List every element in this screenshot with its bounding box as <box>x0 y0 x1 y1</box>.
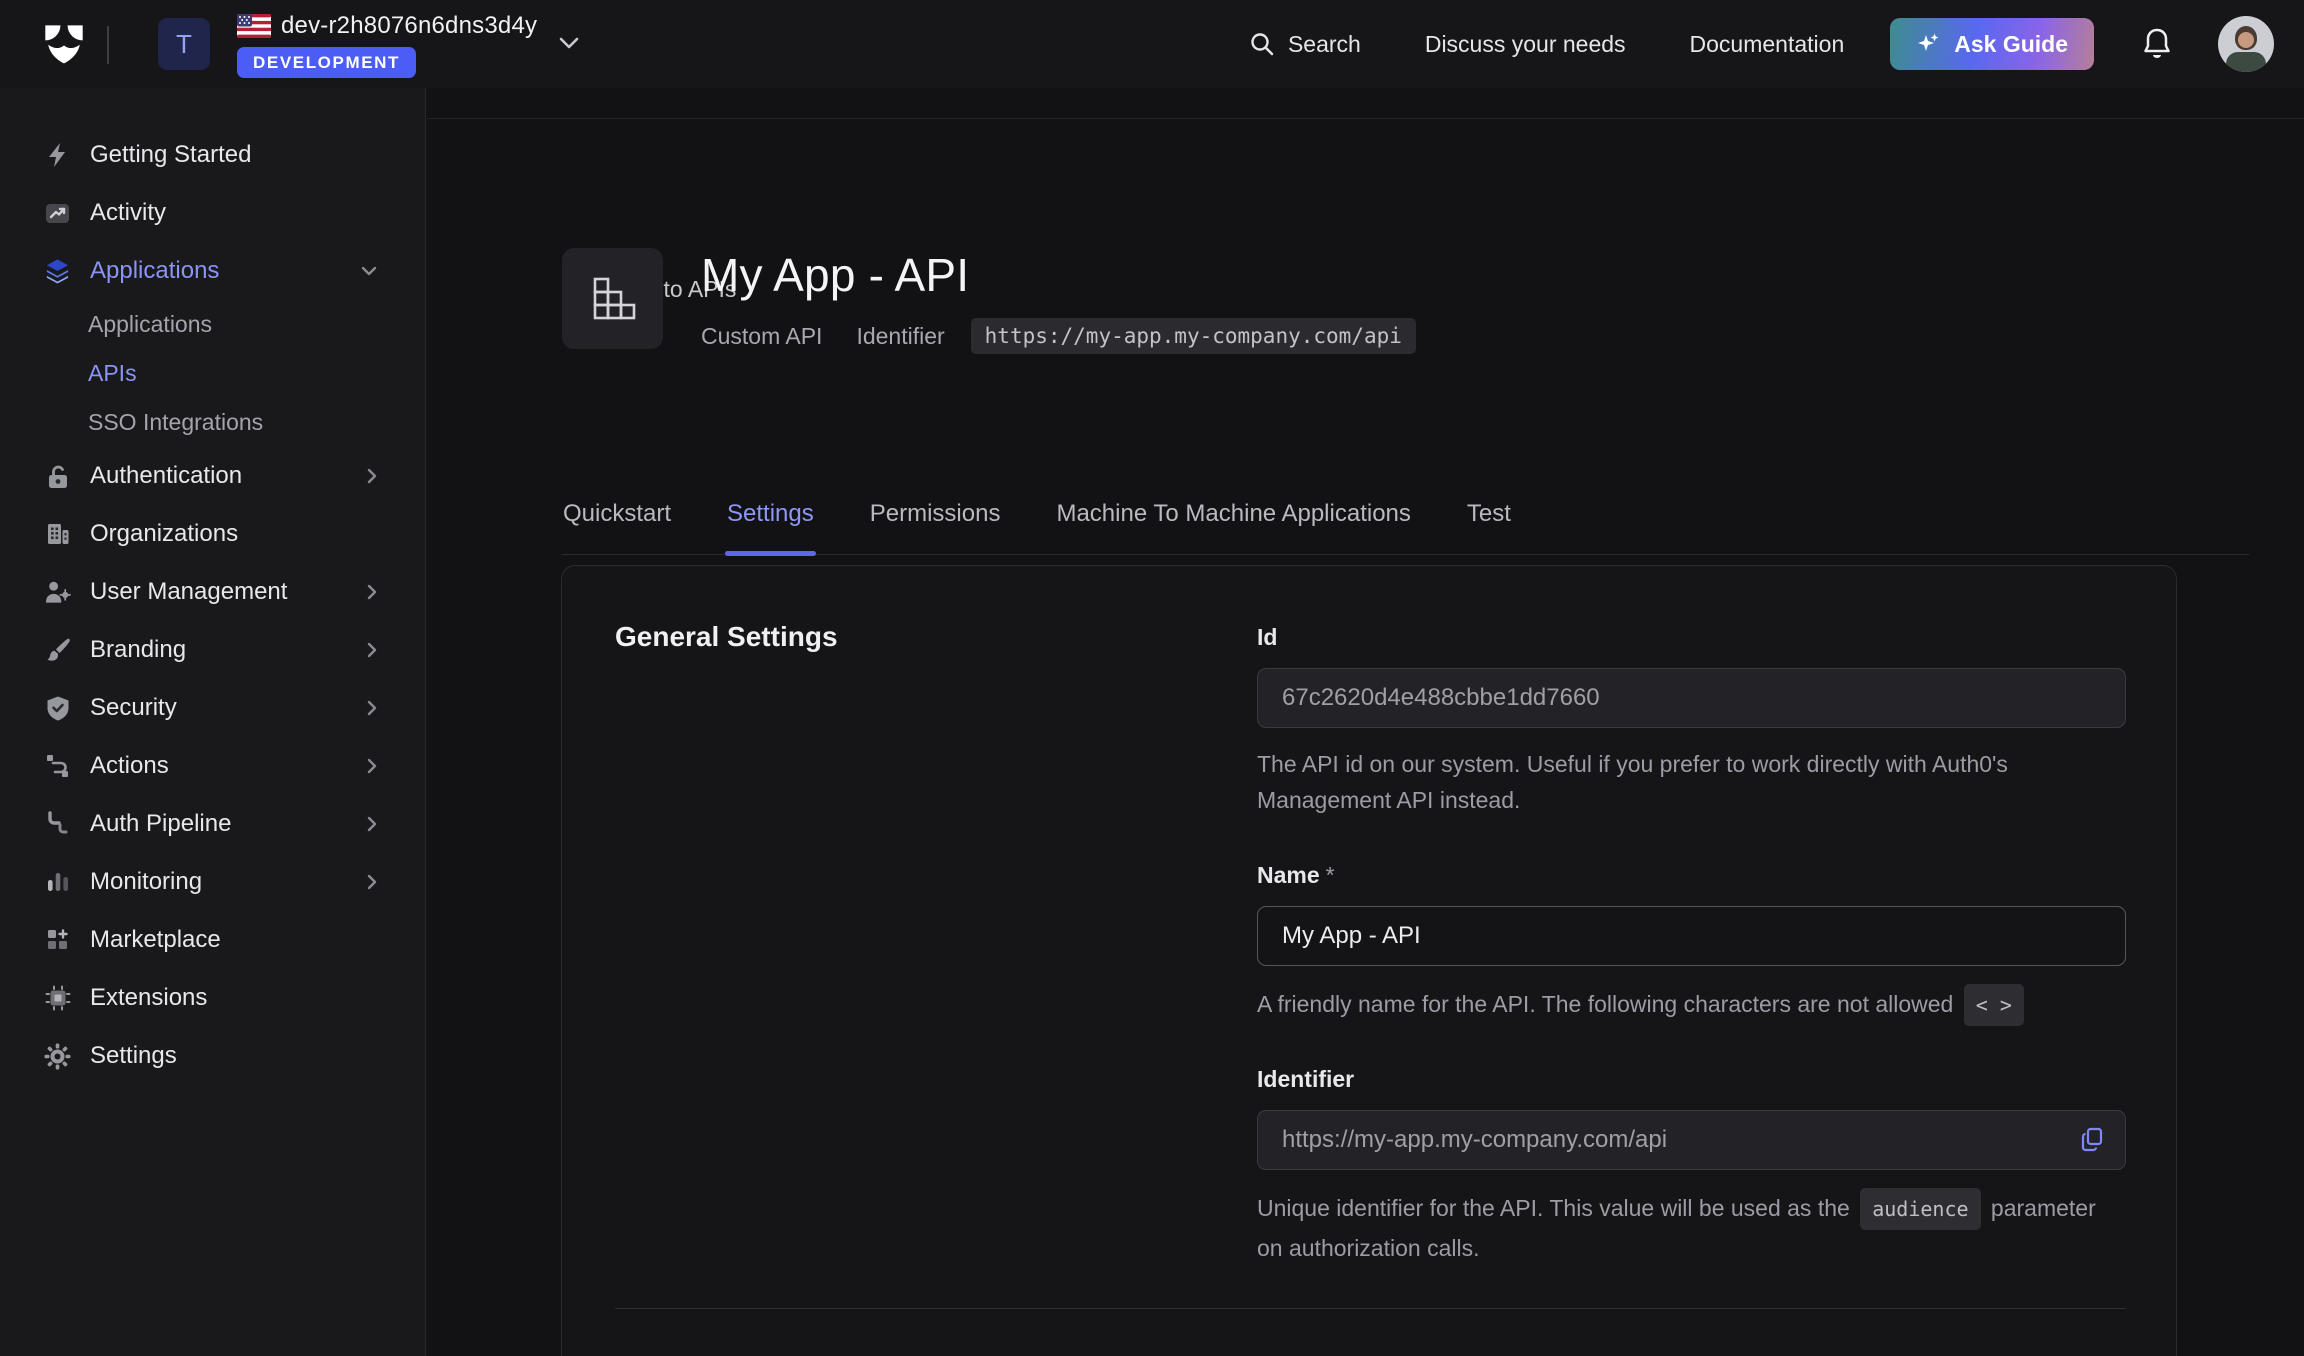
bar-chart-icon <box>44 869 71 896</box>
search-icon <box>1248 30 1276 58</box>
search-label: Search <box>1288 31 1361 58</box>
identifier-field-group: Identifier Unique identifier for the API… <box>1257 1066 2126 1266</box>
gear-icon <box>44 1043 71 1070</box>
bell-icon[interactable] <box>2140 26 2174 62</box>
paintbrush-icon <box>44 637 71 664</box>
identifier-chip: https://my-app.my-company.com/api <box>971 318 1416 354</box>
tenant-name: dev-r2h8076n6dns3d4y <box>281 12 537 40</box>
general-settings-form: Id The API id on our system. Useful if y… <box>1257 624 2126 1266</box>
environment-badge: DEVELOPMENT <box>237 47 416 78</box>
page-title: My App - API <box>701 248 1416 302</box>
sidebar-item-marketplace[interactable]: Marketplace <box>0 911 425 969</box>
sidebar-item-activity[interactable]: Activity <box>0 184 425 242</box>
search-button[interactable]: Search <box>1248 30 1361 58</box>
copy-icon[interactable] <box>2078 1125 2106 1153</box>
sidebar-navigation: Getting Started Activity Applications <box>0 88 426 1356</box>
avatar-shoulders <box>2226 52 2266 72</box>
name-field-input[interactable] <box>1257 906 2126 966</box>
id-field-group: Id The API id on our system. Useful if y… <box>1257 624 2126 818</box>
tab-machine-to-machine-applications[interactable]: Machine To Machine Applications <box>1054 488 1412 554</box>
auth0-logo-icon[interactable] <box>40 20 88 68</box>
auth0-dashboard-screen: T dev-r2h8076n6dns3d4y DEVE <box>0 0 2304 1356</box>
sidebar-subitem-applications[interactable]: Applications <box>0 300 425 349</box>
sidebar-item-organizations[interactable]: Organizations <box>0 505 425 563</box>
chevron-right-icon <box>365 582 379 602</box>
lock-open-icon <box>44 463 71 490</box>
section-title: General Settings <box>615 621 838 653</box>
bolt-icon <box>44 142 71 169</box>
sidebar-item-security[interactable]: Security <box>0 679 425 737</box>
name-field-group: Name* A friendly name for the API. The f… <box>1257 862 2126 1026</box>
sidebar-item-authentication[interactable]: Authentication <box>0 447 425 505</box>
tab-settings[interactable]: Settings <box>725 488 816 554</box>
ask-guide-label: Ask Guide <box>1954 31 2068 58</box>
name-field-label: Name* <box>1257 862 2126 889</box>
chevron-right-icon <box>365 872 379 892</box>
section-divider <box>615 1308 2126 1309</box>
api-building-icon <box>562 248 663 349</box>
sparkle-icon <box>1916 31 1942 57</box>
api-tabs: Quickstart Settings Permissions Machine … <box>561 488 2249 555</box>
tab-quickstart[interactable]: Quickstart <box>561 488 673 554</box>
sidebar-subitem-apis[interactable]: APIs <box>0 349 425 398</box>
documentation-link[interactable]: Documentation <box>1690 31 1845 58</box>
not-allowed-chars-chip: < > <box>1964 984 2024 1026</box>
audience-chip: audience <box>1860 1188 1980 1230</box>
id-field-input[interactable] <box>1257 668 2126 728</box>
chevron-right-icon <box>365 466 379 486</box>
chevron-right-icon <box>365 756 379 776</box>
flow-icon <box>44 753 71 780</box>
sidebar-subitem-sso-integrations[interactable]: SSO Integrations <box>0 398 425 447</box>
layers-icon <box>44 258 71 285</box>
sidebar-item-getting-started[interactable]: Getting Started <box>0 126 425 184</box>
id-field-label: Id <box>1257 624 2126 651</box>
sidebar-item-extensions[interactable]: Extensions <box>0 969 425 1027</box>
sidebar-item-user-management[interactable]: User Management <box>0 563 425 621</box>
sidebar-item-settings[interactable]: Settings <box>0 1027 425 1085</box>
avatar-face <box>2238 32 2254 48</box>
top-navigation-bar: T dev-r2h8076n6dns3d4y DEVE <box>0 0 2304 88</box>
user-gear-icon <box>44 579 71 606</box>
chevron-down-icon[interactable] <box>556 34 582 57</box>
api-header: My App - API Custom API Identifier https… <box>562 248 1416 354</box>
tenant-initial-badge[interactable]: T <box>158 18 210 70</box>
tenant-initial: T <box>176 29 192 60</box>
api-type-label: Custom API <box>701 323 822 350</box>
discuss-your-needs-link[interactable]: Discuss your needs <box>1425 31 1626 58</box>
general-settings-card: General Settings Id The API id on our sy… <box>561 565 2177 1356</box>
required-marker: * <box>1326 862 1335 888</box>
activity-icon <box>44 200 71 227</box>
name-field-helper: A friendly name for the API. The followi… <box>1257 984 2126 1026</box>
ask-guide-button[interactable]: Ask Guide <box>1890 18 2094 70</box>
pipeline-icon <box>44 811 71 838</box>
sidebar-item-actions[interactable]: Actions <box>0 737 425 795</box>
marketplace-icon <box>44 927 71 954</box>
tab-test[interactable]: Test <box>1465 488 1513 554</box>
chevron-right-icon <box>365 814 379 834</box>
us-flag-icon <box>237 14 271 38</box>
identifier-field-helper: Unique identifier for the API. This valu… <box>1257 1188 2126 1266</box>
identifier-field-input[interactable] <box>1257 1110 2126 1170</box>
id-field-helper: The API id on our system. Useful if you … <box>1257 746 2126 818</box>
identifier-field-label: Identifier <box>1257 1066 2126 1093</box>
building-icon <box>44 521 71 548</box>
main-content: ← Back to APIs My App - API Custom API I… <box>427 88 2304 1356</box>
main-header-band <box>427 88 2304 119</box>
sidebar-item-branding[interactable]: Branding <box>0 621 425 679</box>
identifier-label: Identifier <box>856 323 944 350</box>
shield-check-icon <box>44 695 71 722</box>
tab-permissions[interactable]: Permissions <box>868 488 1003 554</box>
sidebar-item-auth-pipeline[interactable]: Auth Pipeline <box>0 795 425 853</box>
chevron-down-icon <box>359 264 379 278</box>
extensions-chip-icon <box>44 985 71 1012</box>
sidebar-item-monitoring[interactable]: Monitoring <box>0 853 425 911</box>
nav-divider <box>107 26 109 64</box>
chevron-right-icon <box>365 640 379 660</box>
chevron-right-icon <box>365 698 379 718</box>
sidebar-item-applications[interactable]: Applications <box>0 242 425 300</box>
user-avatar[interactable] <box>2218 16 2274 72</box>
tenant-selector[interactable]: dev-r2h8076n6dns3d4y DEVELOPMENT <box>237 12 537 78</box>
